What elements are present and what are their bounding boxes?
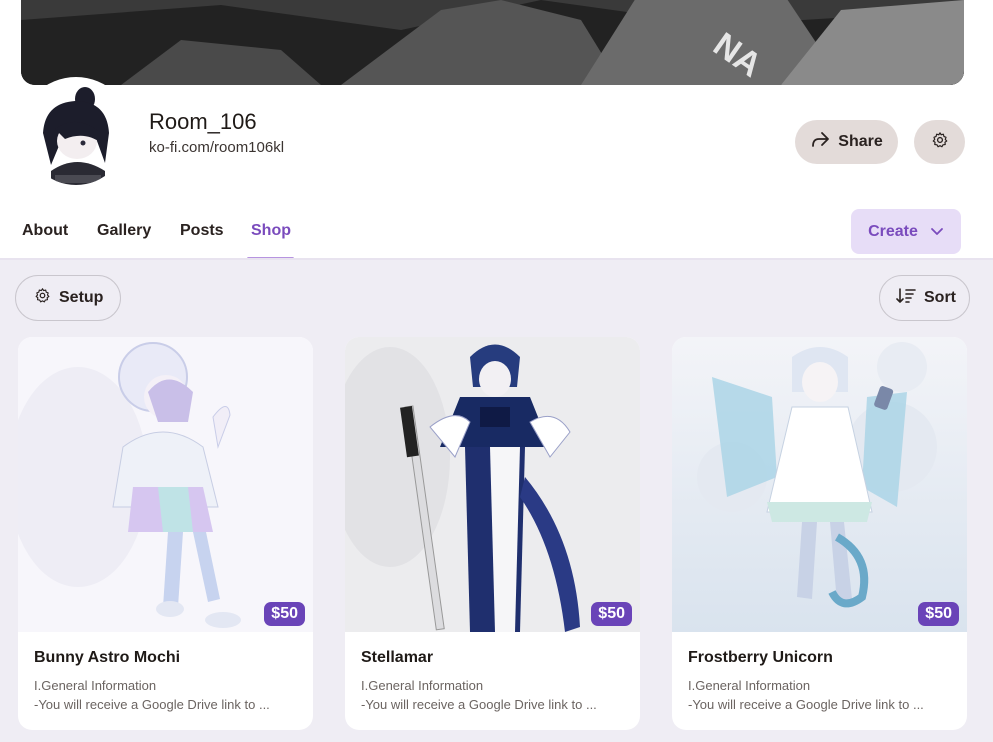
price-badge: $50	[918, 602, 959, 626]
sort-button-label: Sort	[924, 289, 956, 306]
tab-about[interactable]: About	[22, 222, 68, 240]
sort-descending-icon	[896, 287, 916, 310]
product-image[interactable]: $50	[672, 337, 967, 632]
product-description-line: I.General Information	[361, 678, 484, 693]
product-card[interactable]: $50 Frostberry Unicorn I.General Informa…	[672, 337, 967, 730]
product-card[interactable]: $50 Bunny Astro Mochi I.General Informat…	[18, 337, 313, 730]
sort-button[interactable]: Sort	[879, 275, 970, 321]
product-description-line: -You will receive a Google Drive link to…	[688, 697, 924, 712]
price-badge: $50	[264, 602, 305, 626]
product-description-line: I.General Information	[34, 678, 157, 693]
product-image[interactable]: $50	[18, 337, 313, 632]
gear-icon	[931, 131, 949, 154]
profile-tabs: About Gallery Posts Shop	[0, 210, 993, 260]
chevron-down-icon	[930, 223, 944, 241]
product-title[interactable]: Stellamar	[361, 649, 433, 667]
tab-posts[interactable]: Posts	[180, 222, 224, 240]
page: NA Room_106 ko-fi.com/room106kl Share Ab…	[0, 0, 993, 742]
product-card[interactable]: $50 Stellamar I.General Information -You…	[345, 337, 640, 730]
product-image[interactable]: $50	[345, 337, 640, 632]
tab-shop[interactable]: Shop	[251, 222, 291, 240]
profile-avatar[interactable]	[19, 77, 133, 191]
setup-button-label: Setup	[59, 289, 104, 306]
gear-icon	[34, 287, 51, 309]
share-arrow-icon	[810, 131, 830, 154]
share-button-label: Share	[838, 133, 883, 150]
profile-name: Room_106	[149, 109, 257, 134]
profile-url[interactable]: ko-fi.com/room106kl	[149, 139, 284, 156]
create-dropdown-button[interactable]: Create	[851, 209, 961, 254]
product-description-line: -You will receive a Google Drive link to…	[361, 697, 597, 712]
setup-button[interactable]: Setup	[15, 275, 121, 321]
create-button-label: Create	[868, 222, 918, 240]
price-badge: $50	[591, 602, 632, 626]
tab-gallery[interactable]: Gallery	[97, 222, 151, 240]
product-description-line: -You will receive a Google Drive link to…	[34, 697, 270, 712]
share-button[interactable]: Share	[795, 120, 898, 164]
product-title[interactable]: Bunny Astro Mochi	[34, 649, 180, 667]
product-description-line: I.General Information	[688, 678, 811, 693]
product-title[interactable]: Frostberry Unicorn	[688, 649, 833, 667]
cover-banner-image: NA	[21, 0, 964, 85]
settings-button[interactable]	[914, 120, 965, 164]
